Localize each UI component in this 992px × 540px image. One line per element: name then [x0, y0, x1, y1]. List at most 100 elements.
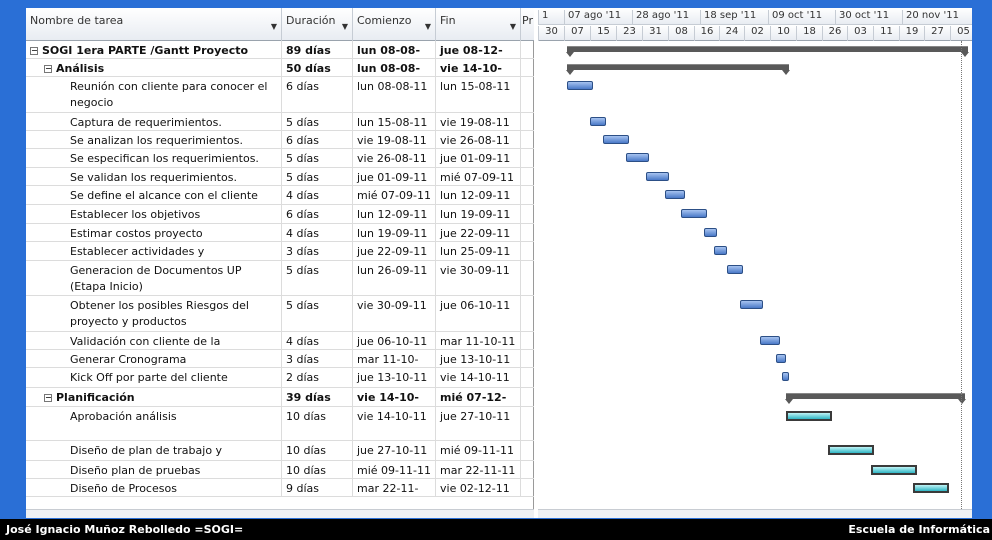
task-bar[interactable]	[913, 483, 949, 493]
task-row[interactable]: Estimar costos proyecto 4 días lun 19-09-1…	[26, 224, 534, 242]
task-bar[interactable]	[704, 228, 717, 237]
task-name-cell[interactable]: Aprobación análisis	[26, 407, 282, 440]
collapse-toggle-icon[interactable]: −	[30, 47, 38, 55]
summary-bar[interactable]	[566, 46, 969, 57]
task-predecessors-cell[interactable]	[521, 350, 534, 367]
task-bar[interactable]	[603, 135, 629, 144]
task-name-cell[interactable]: Diseño plan de pruebas	[26, 461, 282, 478]
task-duration-cell[interactable]: 89 días	[282, 41, 353, 58]
task-start-cell[interactable]: vie 26-08-11	[353, 149, 436, 167]
task-name-cell[interactable]: − SOGI 1era PARTE /Gantt Proyecto	[26, 41, 282, 58]
column-header-duration[interactable]: Duración ▼	[282, 8, 353, 41]
task-start-cell[interactable]: jue 27-10-11	[353, 441, 436, 460]
task-end-cell[interactable]: vie 02-12-11	[436, 479, 521, 496]
task-duration-cell[interactable]: 4 días	[282, 186, 353, 204]
task-bar[interactable]	[828, 445, 874, 455]
task-start-cell[interactable]: vie 14-10-11	[353, 407, 436, 440]
task-bar[interactable]	[567, 81, 593, 90]
task-start-cell[interactable]: jue 06-10-11	[353, 332, 436, 349]
task-row[interactable]: Se validan los requerimientos. 5 días jue …	[26, 168, 534, 186]
column-header-end[interactable]: Fin ▼	[436, 8, 521, 41]
task-bar[interactable]	[681, 209, 707, 218]
task-predecessors-cell[interactable]	[521, 186, 534, 204]
task-predecessors-cell[interactable]	[521, 261, 534, 295]
column-filter-icon[interactable]: ▼	[342, 22, 348, 31]
task-start-cell[interactable]: lun 19-09-11	[353, 224, 436, 241]
task-end-cell[interactable]: lun 12-09-11	[436, 186, 521, 204]
task-start-cell[interactable]: lun 26-09-11	[353, 261, 436, 295]
task-predecessors-cell[interactable]	[521, 168, 534, 185]
task-start-cell[interactable]: vie 19-08-11	[353, 131, 436, 148]
task-duration-cell[interactable]: 9 días	[282, 479, 353, 496]
task-row[interactable]: Se analizan los requerimientos. 6 días vie…	[26, 131, 534, 149]
task-row[interactable]: Diseño de Procesos 9 díasmar 22-11-11vie …	[26, 479, 534, 497]
task-end-cell[interactable]: jue 01-09-11	[436, 149, 521, 167]
column-filter-icon[interactable]: ▼	[271, 22, 277, 31]
task-bar[interactable]	[871, 465, 917, 475]
summary-task-row[interactable]: − SOGI 1era PARTE /Gantt Proyecto 89 días l…	[26, 41, 534, 59]
task-predecessors-cell[interactable]	[521, 77, 534, 112]
gantt-horizontal-scrollbar[interactable]	[538, 509, 972, 518]
task-row[interactable]: Establecer actividades y secuenciarlas 3 …	[26, 242, 534, 261]
task-row[interactable]: Generacion de Documentos UP (Etapa Inici…	[26, 261, 534, 296]
task-predecessors-cell[interactable]	[521, 242, 534, 260]
task-name-cell[interactable]: Generar Cronograma	[26, 350, 282, 367]
task-row[interactable]: Diseño plan de pruebas 10 días mié 09-11-1…	[26, 461, 534, 479]
task-start-cell[interactable]: lun 12-09-11	[353, 205, 436, 223]
task-row[interactable]: Diseño de plan de trabajo y entregables 1…	[26, 441, 534, 461]
summary-bar[interactable]	[785, 393, 966, 404]
task-name-cell[interactable]: Establecer actividades y secuenciarlas	[26, 242, 282, 260]
task-start-cell[interactable]: mié 07-09-11	[353, 186, 436, 204]
task-duration-cell[interactable]: 10 días	[282, 461, 353, 478]
task-end-cell[interactable]: jue 22-09-11	[436, 224, 521, 241]
task-end-cell[interactable]: vie 30-09-11	[436, 261, 521, 295]
task-name-cell[interactable]: − Análisis	[26, 59, 282, 76]
task-predecessors-cell[interactable]	[521, 59, 534, 76]
task-name-cell[interactable]: Diseño de plan de trabajo y entregables	[26, 441, 282, 460]
task-bar[interactable]	[740, 300, 763, 309]
task-start-cell[interactable]: lun 08-08-11	[353, 41, 436, 58]
task-start-cell[interactable]: jue 13-10-11	[353, 368, 436, 387]
task-row[interactable]: Se define el alcance con el cliente 4 día…	[26, 186, 534, 205]
task-end-cell[interactable]: vie 14-10-11	[436, 368, 521, 387]
task-end-cell[interactable]: mié 09-11-11	[436, 441, 521, 460]
task-predecessors-cell[interactable]	[521, 224, 534, 241]
task-duration-cell[interactable]: 2 días	[282, 368, 353, 387]
task-duration-cell[interactable]: 50 días	[282, 59, 353, 76]
summary-task-row[interactable]: −Planificación39 díasvie 14-10-11mié 07-…	[26, 388, 534, 407]
task-duration-cell[interactable]: 4 días	[282, 224, 353, 241]
column-header-name[interactable]: Nombre de tarea ▼	[26, 8, 282, 41]
task-row[interactable]: Kick Off por parte del cliente 2 días jue …	[26, 368, 534, 388]
task-row[interactable]: Reunión con cliente para conocer el nego…	[26, 77, 534, 113]
task-duration-cell[interactable]: 3 días	[282, 242, 353, 260]
task-predecessors-cell[interactable]	[521, 388, 534, 406]
task-duration-cell[interactable]: 6 días	[282, 131, 353, 148]
task-name-cell[interactable]: Captura de requerimientos.	[26, 113, 282, 130]
task-duration-cell[interactable]: 5 días	[282, 168, 353, 185]
task-bar[interactable]	[786, 411, 832, 421]
task-end-cell[interactable]: lun 15-08-11	[436, 77, 521, 112]
column-header-start[interactable]: Comienzo ▼	[353, 8, 436, 41]
task-duration-cell[interactable]: 6 días	[282, 77, 353, 112]
task-name-cell[interactable]: Diseño de Procesos	[26, 479, 282, 496]
task-row[interactable]: Aprobación análisis 10 días vie 14-10-11 ju…	[26, 407, 534, 441]
task-predecessors-cell[interactable]	[521, 131, 534, 148]
summary-task-row[interactable]: −Análisis50 díaslun 08-08-11vie 14-10-11	[26, 59, 534, 77]
task-end-cell[interactable]: mié 07-09-11	[436, 168, 521, 185]
task-predecessors-cell[interactable]	[521, 41, 534, 58]
task-bar[interactable]	[714, 246, 727, 255]
task-predecessors-cell[interactable]	[521, 461, 534, 478]
task-predecessors-cell[interactable]	[521, 441, 534, 460]
task-start-cell[interactable]: mié 09-11-11	[353, 461, 436, 478]
task-row[interactable]: Establecer los objetivos 6 días lun 12-09-…	[26, 205, 534, 224]
column-header-predecessors[interactable]: Pr	[521, 8, 534, 41]
task-name-cell[interactable]: Se validan los requerimientos.	[26, 168, 282, 185]
task-row[interactable]: Generar Cronograma 3 díasmar 11-10-11jue …	[26, 350, 534, 368]
task-name-cell[interactable]: Kick Off por parte del cliente	[26, 368, 282, 387]
task-start-cell[interactable]: mar 11-10-11	[353, 350, 436, 367]
task-name-cell[interactable]: Obtener los posibles Riesgos del proyect…	[26, 296, 282, 331]
task-end-cell[interactable]: mié 07-12-11	[436, 388, 521, 406]
task-end-cell[interactable]: lun 19-09-11	[436, 205, 521, 223]
task-predecessors-cell[interactable]	[521, 296, 534, 331]
task-bar[interactable]	[727, 265, 743, 274]
